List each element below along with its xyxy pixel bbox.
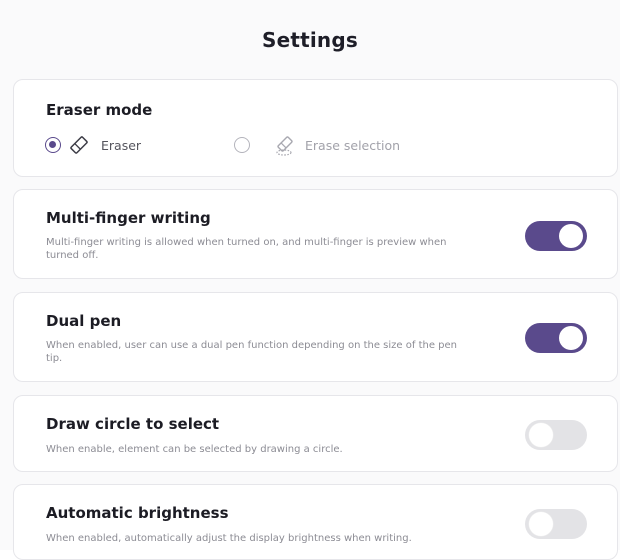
setting-description: Multi-finger writing is allowed when tur… — [46, 237, 447, 261]
toggle-knob — [559, 224, 583, 248]
eraser-icon — [67, 133, 91, 157]
multi-finger-toggle[interactable] — [525, 221, 587, 251]
toggle-knob — [559, 326, 583, 350]
setting-title: Automatic brightness — [46, 504, 229, 522]
draw-circle-toggle[interactable] — [525, 420, 587, 450]
setting-card-multi-finger: Multi-finger writing Multi-finger writin… — [13, 189, 618, 279]
setting-description: When enable, element can be selected by … — [46, 444, 343, 455]
setting-title: Multi-finger writing — [46, 209, 211, 227]
settings-page: Settings Eraser mode Eraser Erase select… — [0, 0, 620, 560]
eraser-radio[interactable] — [45, 137, 61, 153]
toggle-knob — [529, 512, 553, 536]
setting-title: Dual pen — [46, 312, 122, 330]
toggle-knob — [529, 423, 553, 447]
setting-card-dual-pen: Dual pen When enabled, user can use a du… — [13, 292, 618, 382]
setting-title: Draw circle to select — [46, 415, 220, 433]
erase-selection-option-label[interactable]: Erase selection — [305, 138, 400, 153]
setting-card-auto-brightness: Automatic brightness When enabled, autom… — [13, 484, 618, 560]
eraser-mode-title: Eraser mode — [46, 101, 153, 119]
page-title: Settings — [261, 28, 358, 52]
erase-selection-icon — [273, 133, 297, 157]
erase-selection-radio[interactable] — [234, 137, 250, 153]
dual-pen-toggle[interactable] — [525, 323, 587, 353]
eraser-option-label[interactable]: Eraser — [101, 138, 141, 153]
eraser-mode-options: Eraser Erase selection — [45, 133, 525, 157]
auto-brightness-toggle[interactable] — [525, 509, 587, 539]
setting-description: When enabled, automatically adjust the d… — [46, 533, 412, 544]
setting-card-draw-circle: Draw circle to select When enable, eleme… — [13, 395, 618, 472]
setting-description: When enabled, user can use a dual pen fu… — [46, 340, 457, 364]
eraser-mode-card: Eraser mode Eraser Erase selection — [13, 79, 618, 177]
